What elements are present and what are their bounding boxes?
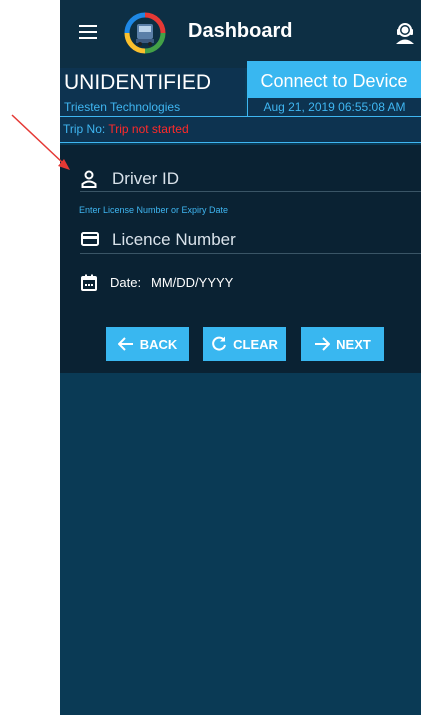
- licence-underline: [80, 253, 421, 254]
- app-screen: Dashboard UNIDENTIFIED Connect to Device…: [60, 0, 421, 715]
- driver-id-underline: [80, 191, 421, 192]
- app-title: Dashboard: [188, 20, 293, 42]
- form-hint: Enter License Number or Expiry Date: [79, 205, 229, 215]
- driver-id-input[interactable]: Driver ID: [112, 169, 179, 189]
- menu-icon[interactable]: [79, 25, 97, 40]
- clear-button-label: CLEAR: [233, 336, 278, 352]
- driver-id-field[interactable]: Driver ID: [60, 167, 421, 192]
- card-icon: [81, 232, 99, 246]
- connect-device-button[interactable]: Connect to Device: [247, 61, 421, 99]
- back-button[interactable]: BACK: [106, 327, 189, 361]
- calendar-icon: [81, 274, 97, 291]
- next-button[interactable]: NEXT: [301, 327, 384, 361]
- date-label: Date:: [110, 275, 142, 290]
- licence-number-field[interactable]: Licence Number: [60, 229, 421, 254]
- refresh-icon: [212, 336, 227, 351]
- annotation-arrow: [11, 114, 70, 170]
- licence-number-input[interactable]: Licence Number: [112, 230, 236, 250]
- driver-status-label: UNIDENTIFIED: [60, 68, 245, 98]
- date-field[interactable]: Date: MM/DD/YYYY: [60, 273, 421, 295]
- trip-status-bar: Trip No: Trip not started: [60, 116, 421, 143]
- current-datetime: Aug 21, 2019 06:55:08 AM: [247, 98, 421, 116]
- next-button-label: NEXT: [336, 336, 371, 352]
- support-agent-icon[interactable]: [394, 21, 416, 45]
- company-name: Triesten Technologies: [60, 98, 245, 116]
- back-button-label: BACK: [139, 336, 178, 352]
- app-logo-icon: [124, 12, 166, 54]
- person-icon: [81, 170, 97, 188]
- arrow-right-icon: [315, 337, 331, 351]
- app-bar: Dashboard: [60, 0, 421, 68]
- clear-button[interactable]: CLEAR: [203, 327, 286, 361]
- driver-login-form: Driver ID Enter License Number or Expiry…: [60, 145, 421, 373]
- arrow-left-icon: [117, 337, 133, 351]
- date-value[interactable]: MM/DD/YYYY: [151, 275, 233, 290]
- trip-value: Trip not started: [108, 122, 189, 136]
